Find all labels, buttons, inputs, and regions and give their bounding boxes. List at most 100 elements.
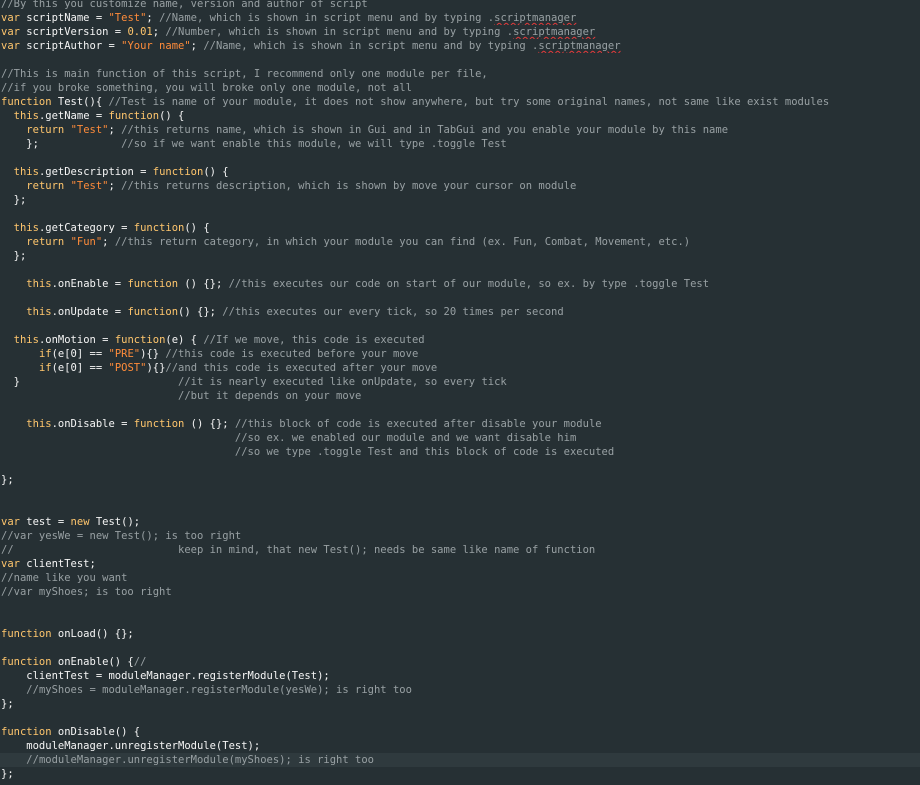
code-line[interactable]: if(e[0] == "POST"){}//and this code is e… [0, 361, 920, 375]
code-token: scriptmanager [538, 40, 621, 52]
code-token: this [13, 334, 39, 346]
code-line[interactable]: var scriptAuthor = "Your name"; //Name, … [0, 39, 920, 53]
code-token: "Test" [70, 124, 109, 136]
code-line[interactable] [0, 641, 920, 655]
code-line[interactable]: this.onEnable = function () {}; //this e… [0, 277, 920, 291]
code-line[interactable]: moduleManager.unregisterModule(Test); [0, 739, 920, 753]
code-line[interactable]: var scriptName = "Test"; //Name, which i… [0, 11, 920, 25]
code-token: var [1, 12, 20, 24]
code-line[interactable]: this.getName = function() { [0, 109, 920, 123]
code-line[interactable]: }; [0, 697, 920, 711]
code-token: test = [19, 516, 71, 528]
code-line[interactable] [0, 599, 920, 613]
code-line[interactable]: var clientTest; [0, 557, 920, 571]
code-line[interactable]: //This is main function of this script, … [0, 67, 920, 81]
code-token: } [1, 376, 179, 388]
code-line[interactable] [0, 263, 920, 277]
code-line[interactable] [0, 291, 920, 305]
code-line[interactable]: //so ex. we enabled our module and we wa… [0, 431, 920, 445]
code-line[interactable]: }; [0, 473, 920, 487]
code-line[interactable] [0, 613, 920, 627]
code-line[interactable]: }; [0, 193, 920, 207]
code-line[interactable]: clientTest = moduleManager.registerModul… [0, 669, 920, 683]
code-line[interactable] [0, 487, 920, 501]
code-line[interactable]: this.onUpdate = function() {}; //this ex… [0, 305, 920, 319]
code-token: () {}; [184, 418, 235, 430]
code-token: "Your name" [121, 40, 191, 52]
code-line[interactable]: return "Test"; //this returns descriptio… [0, 179, 920, 193]
code-line[interactable]: this.getCategory = function() { [0, 221, 920, 235]
code-token: () {}; [178, 278, 229, 290]
code-line[interactable]: var scriptVersion = 0.01; //Number, whic… [0, 25, 920, 39]
code-line[interactable] [0, 459, 920, 473]
code-token: (e) { [165, 334, 204, 346]
code-token: //and this code is executed after your m… [165, 362, 438, 374]
code-token: ; [108, 180, 122, 192]
code-token: var [1, 558, 20, 570]
code-token: var [1, 26, 20, 38]
code-line[interactable]: return "Fun"; //this return category, in… [0, 235, 920, 249]
code-line[interactable] [0, 403, 920, 417]
code-line[interactable]: var test = new Test(); [0, 515, 920, 529]
code-token: scriptmanager [494, 12, 577, 24]
code-token: "Fun" [70, 236, 103, 248]
code-token: function [133, 222, 185, 234]
code-token: .getName = [38, 110, 109, 122]
code-token: Test(){ [51, 96, 109, 108]
code-line[interactable]: //var yesWe = new Test(); is too right [0, 529, 920, 543]
code-line[interactable] [0, 501, 920, 515]
code-line[interactable]: function onEnable() {// [0, 655, 920, 669]
code-line[interactable]: //var myShoes; is too right [0, 585, 920, 599]
code-line[interactable] [0, 711, 920, 725]
code-editor[interactable]: //By this you customize name, version an… [0, 0, 920, 785]
code-token: //Name, which is shown in script menu an… [203, 40, 539, 52]
code-token: ; [108, 124, 122, 136]
code-line[interactable]: this.onDisable = function () {}; //this … [0, 417, 920, 431]
code-line[interactable]: } //it is nearly executed like onUpdate,… [0, 375, 920, 389]
code-line[interactable]: //moduleManager.unregisterModule(myShoes… [0, 753, 920, 767]
code-token: //var yesWe = new Test(); is too right [1, 530, 242, 542]
code-line[interactable]: //name like you want [0, 571, 920, 585]
code-token: 0.01 [127, 26, 153, 38]
code-line[interactable]: function Test(){ //Test is name of your … [0, 95, 920, 109]
code-line[interactable] [0, 207, 920, 221]
code-token: //Test is name of your module, it does n… [108, 96, 830, 108]
code-token: //this returns name, which is shown in G… [121, 124, 729, 136]
code-token: scriptmanager [513, 26, 596, 38]
code-token: () {}; [178, 306, 223, 318]
code-line[interactable]: // keep in mind, that new Test(); needs … [0, 543, 920, 557]
code-line[interactable]: }; //so if we want enable this module, w… [0, 137, 920, 151]
code-line[interactable]: //so we type .toggle Test and this block… [0, 445, 920, 459]
code-token: }; [1, 250, 27, 262]
code-line[interactable]: }; [0, 249, 920, 263]
code-line[interactable]: }; [0, 767, 920, 781]
code-token: //this block of code is executed after d… [234, 418, 602, 430]
code-line[interactable] [0, 151, 920, 165]
code-line[interactable]: //By this you customize name, version an… [0, 0, 920, 11]
code-line[interactable]: this.getDescription = function() { [0, 165, 920, 179]
code-token: .onDisable = [51, 418, 134, 430]
code-token: function [152, 166, 204, 178]
code-line[interactable]: function onLoad() {}; [0, 627, 920, 641]
code-line[interactable]: //but it depends on your move [0, 389, 920, 403]
code-line[interactable]: this.onMotion = function(e) { //If we mo… [0, 333, 920, 347]
code-line[interactable] [0, 319, 920, 333]
code-token: this [26, 278, 52, 290]
code-line[interactable]: //if you broke something, you will broke… [0, 81, 920, 95]
code-token: //this code is executed before your move [165, 348, 419, 360]
code-line[interactable]: function onDisable() { [0, 725, 920, 739]
code-line[interactable] [0, 53, 920, 67]
code-line[interactable]: //myShoes = moduleManager.registerModule… [0, 683, 920, 697]
code-token: //this executes our every tick, so 20 ti… [222, 306, 564, 318]
code-token: .onUpdate = [51, 306, 128, 318]
code-line[interactable]: return "Test"; //this returns name, whic… [0, 123, 920, 137]
code-line[interactable]: if(e[0] == "PRE"){} //this code is execu… [0, 347, 920, 361]
code-token: //it is nearly executed like onUpdate, s… [178, 376, 507, 388]
code-token: //if you broke something, you will broke… [1, 82, 412, 94]
